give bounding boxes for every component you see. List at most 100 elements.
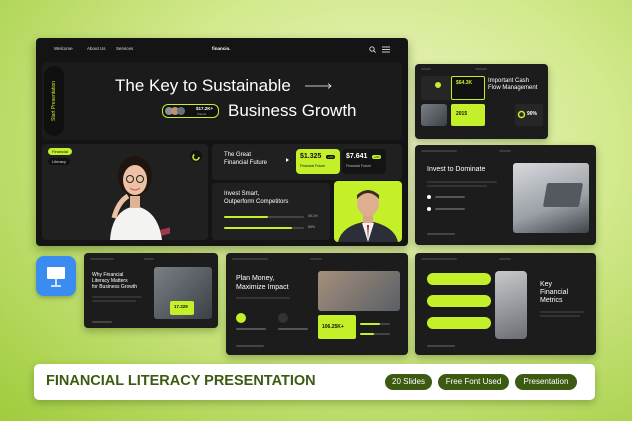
thumb-cash-flow: $64.3K Important Cash Flow Management 20… (415, 64, 548, 139)
text-line (540, 315, 580, 317)
text-line (427, 345, 455, 347)
card2-line1: Invest Smart, (224, 191, 260, 197)
headline-line1: The Key to Sustainable (115, 76, 291, 95)
metrics-title-line1: Key (540, 281, 553, 288)
cash-value1: $64.3K (456, 80, 473, 86)
stat1-badge: +2% (326, 155, 336, 159)
why-value-card: 17.329 (170, 301, 194, 315)
stat2-value: $7.641 (346, 153, 368, 160)
check-icon (236, 313, 246, 323)
text-line (435, 208, 465, 210)
tag-presentation: Presentation (515, 374, 577, 390)
nav-welcome: Welcome (54, 46, 73, 51)
nav-line (144, 258, 154, 260)
text-line (236, 328, 266, 330)
stat-card-1: $1.325 +2% Financial Future (296, 149, 340, 174)
metrics-title-line3: Metrics (540, 297, 563, 304)
invest-panel: Invest Smart, Outperform Competitors 55.… (212, 183, 330, 240)
thumb-invest-dominate: Invest to Dominate (415, 145, 596, 245)
stat2-badge: +2% (372, 155, 382, 159)
stat2-label: Financial Future (346, 164, 372, 168)
progress1-label: 55.1% (308, 214, 318, 218)
plan-value: 106.25K+ (322, 324, 344, 330)
thumb-key-metrics: Key Financial Metrics (415, 253, 596, 355)
cash-value3: 90% (527, 111, 538, 117)
thumb-why-financial: Why Financial Literacy Matters for Busin… (84, 253, 218, 328)
nav-line (421, 68, 431, 70)
metric-pill (427, 317, 491, 329)
nav-line (475, 68, 487, 70)
text-line (540, 311, 584, 313)
bullet-icon (427, 195, 431, 199)
headline-line2: Business Growth (228, 101, 357, 120)
stats-panel: The Great Financial Future $1.325 +2% Fi… (212, 144, 402, 180)
text-line (92, 296, 142, 298)
cash-title-line2: Flow Management (488, 85, 538, 91)
woman-photo (110, 156, 170, 240)
cash-title-line1: Important Cash (488, 78, 530, 84)
stat-card-2: $7.641 +2% Financial Future (342, 149, 386, 174)
cash-value2: 2015 (456, 111, 468, 117)
nav-line (90, 258, 114, 260)
nav-line (232, 258, 268, 260)
man-photo-panel (334, 181, 402, 242)
text-line (427, 185, 487, 187)
play-icon (286, 158, 289, 162)
badge-value: $17.2K+ (196, 106, 214, 111)
metric-pill (427, 295, 491, 307)
menu-icon (382, 46, 390, 53)
thumb-plan-money: Plan Money, Maximize Impact 106.25K+ (226, 253, 408, 355)
avatar (177, 107, 185, 115)
tag-financial: Financial (48, 148, 73, 155)
portrait-panel: Financial Literacy (42, 144, 208, 240)
badge-sub: Clients (197, 112, 207, 116)
laptop-shape (542, 183, 584, 207)
metrics-title-line2: Financial (540, 289, 569, 296)
dot-icon (435, 82, 441, 88)
nav-line (310, 258, 322, 260)
nav-line (499, 258, 511, 260)
nav-services: Services (116, 46, 134, 51)
text-line (236, 297, 290, 299)
plan-value-card: 106.25K+ (318, 315, 356, 339)
stat1-label: Financial Future (300, 164, 326, 168)
card1-title-line1: The Great (224, 152, 252, 158)
footer-title: FINANCIAL LITERACY PRESENTATION (46, 373, 316, 389)
progress2-label: 85% (308, 225, 316, 229)
mini-progress (360, 333, 374, 335)
nav-line (421, 150, 457, 152)
keynote-app-icon (36, 256, 76, 296)
card1-title-line2: Financial Future (224, 160, 268, 166)
nav-line (499, 150, 511, 152)
donut-icon (517, 110, 526, 119)
invest-title: Invest to Dominate (427, 166, 486, 173)
laptop-photo (513, 163, 589, 233)
text-line (427, 181, 497, 183)
hero-panel: Start Presentation The Key to Sustainabl… (42, 62, 402, 140)
man-photo (338, 190, 398, 242)
value-card-2: 2015 (451, 104, 485, 126)
stat1-value: $1.325 (300, 153, 322, 160)
text-line (92, 321, 112, 323)
card2-line2: Outperform Competitors (224, 199, 289, 205)
plan-title-line1: Plan Money, (236, 275, 275, 282)
why-title-line3: for Business Growth (92, 284, 138, 290)
phone-photo (495, 271, 527, 339)
footer-banner: FINANCIAL LITERACY PRESENTATION 20 Slide… (34, 364, 595, 400)
text-line (435, 196, 465, 198)
text-line (278, 328, 308, 330)
tag-free-font: Free Font Used (438, 374, 509, 390)
team-photo (421, 104, 447, 126)
text-line (92, 300, 136, 302)
check-icon (278, 313, 288, 323)
vertical-label: Start Presentation (51, 80, 57, 122)
plan-title-line2: Maximize Impact (236, 284, 289, 291)
progress-bar-1 (224, 216, 268, 218)
value-card: $64.3K (451, 76, 485, 100)
start-presentation-pill: Start Presentation (44, 66, 64, 136)
mini-progress (360, 323, 380, 325)
bullet-icon (427, 207, 431, 211)
search-icon (369, 46, 376, 53)
mini-card (421, 76, 455, 100)
arrow-right-icon (305, 83, 332, 89)
